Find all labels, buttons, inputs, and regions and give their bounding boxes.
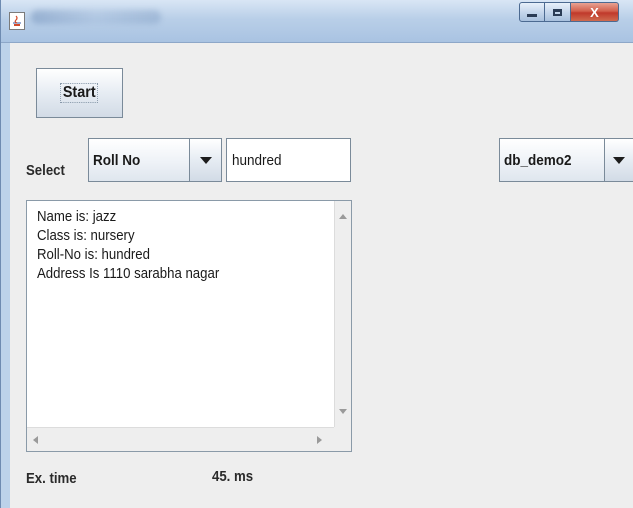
content-panel: Start Select Roll No hundred db_demo2 Na: [10, 43, 633, 508]
execution-time-label: Ex. time: [26, 470, 77, 487]
scroll-up-icon[interactable]: [339, 214, 347, 219]
database-dropdown-value: db_demo2: [499, 138, 604, 182]
minimize-button[interactable]: [519, 2, 545, 22]
scroll-down-icon[interactable]: [339, 409, 347, 414]
horizontal-scrollbar[interactable]: [27, 427, 334, 451]
maximize-button[interactable]: [545, 2, 571, 22]
result-line-address: Address Is 1110 sarabha nagar: [37, 265, 220, 282]
start-button-label: Start: [60, 83, 99, 103]
field-dropdown-value: Roll No: [88, 138, 189, 182]
scroll-left-icon[interactable]: [33, 436, 38, 444]
minimize-icon: [527, 13, 537, 17]
execution-time-value: 45. ms: [212, 468, 254, 485]
title-bar[interactable]: X: [1, 0, 633, 43]
start-button[interactable]: Start: [36, 68, 123, 118]
java-cup-icon[interactable]: [9, 12, 25, 30]
result-line-name: Name is: jazz: [37, 208, 117, 225]
field-dropdown[interactable]: Roll No: [88, 138, 222, 182]
chevron-down-icon: [613, 156, 625, 164]
result-line-class: Class is: nursery: [37, 227, 135, 244]
database-dropdown[interactable]: db_demo2: [499, 138, 633, 182]
scroll-right-icon[interactable]: [317, 436, 322, 444]
window-title: [31, 10, 161, 24]
select-label: Select: [26, 162, 65, 179]
close-button[interactable]: X: [571, 2, 619, 22]
vertical-scrollbar[interactable]: [334, 201, 351, 427]
search-value-input[interactable]: hundred: [226, 138, 351, 182]
database-dropdown-arrow[interactable]: [604, 138, 633, 182]
chevron-down-icon: [199, 156, 212, 164]
field-dropdown-arrow[interactable]: [189, 138, 222, 182]
scrollbar-corner: [334, 427, 351, 451]
result-text-area[interactable]: Name is: jazz Class is: nursery Roll-No …: [27, 201, 334, 427]
window-controls: X: [519, 2, 619, 22]
result-scroll-pane[interactable]: Name is: jazz Class is: nursery Roll-No …: [26, 200, 352, 452]
result-line-rollno: Roll-No is: hundred: [37, 246, 150, 263]
maximize-icon: [553, 8, 562, 16]
close-icon: X: [590, 4, 599, 20]
app-window: X Start Select Roll No hundred db_demo2: [0, 0, 633, 508]
